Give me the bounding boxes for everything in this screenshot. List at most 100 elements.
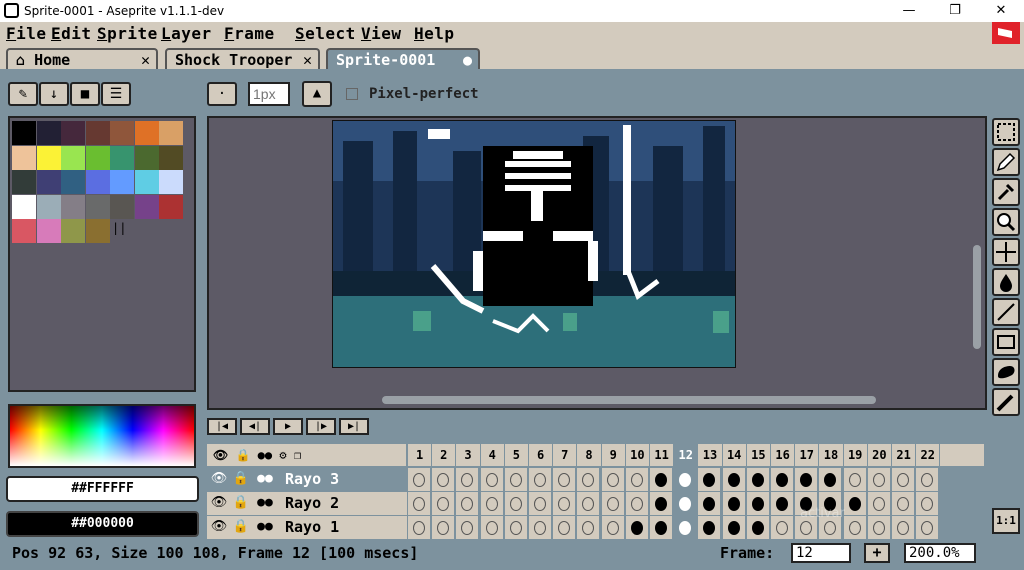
timeline-cel[interactable]: [819, 468, 843, 492]
palette-presets-icon[interactable]: ■: [70, 82, 100, 106]
timeline-cel[interactable]: [504, 516, 528, 540]
timeline-cel[interactable]: [480, 492, 504, 516]
frame-header[interactable]: 17: [795, 444, 820, 466]
brush-size-input[interactable]: [248, 82, 290, 106]
flag-icon[interactable]: [992, 22, 1020, 44]
fill-tool-icon[interactable]: [992, 268, 1020, 296]
layer-row[interactable]: 👁 🔒 ●● Rayo 2: [207, 492, 407, 516]
ink-icon[interactable]: ▲: [302, 81, 332, 107]
brush-type-button[interactable]: ·: [207, 82, 237, 106]
palette-swatch[interactable]: [110, 145, 134, 170]
timeline-cel[interactable]: [916, 516, 940, 540]
timeline-cel[interactable]: [553, 468, 577, 492]
timeline-cel[interactable]: [771, 468, 794, 492]
frame-header[interactable]: 18: [819, 444, 844, 466]
layer-row[interactable]: 👁 🔒 ●● Rayo 3: [207, 468, 407, 492]
continuous-icon[interactable]: ●●: [255, 495, 275, 510]
play-button[interactable]: ▶: [273, 418, 303, 435]
timeline-cel[interactable]: [698, 468, 722, 492]
frame-header[interactable]: 13: [698, 444, 723, 466]
continuous-icon[interactable]: ●●: [255, 471, 275, 486]
lock-icon[interactable]: 🔒: [235, 448, 250, 462]
timeline-cel[interactable]: [601, 468, 625, 492]
timeline-cel[interactable]: [480, 516, 504, 540]
menu-view[interactable]: View: [361, 24, 402, 43]
timeline-cel[interactable]: [577, 468, 601, 492]
frame-header[interactable]: 15: [746, 444, 771, 466]
timeline-cel[interactable]: [432, 468, 456, 492]
timeline-cel[interactable]: [867, 492, 891, 516]
palette-swatch[interactable]: [36, 145, 61, 170]
timeline-cel[interactable]: [674, 492, 698, 516]
frame-header[interactable]: 20: [867, 444, 892, 466]
close-button[interactable]: ✕: [978, 0, 1024, 22]
palette-swatch[interactable]: [85, 121, 110, 145]
timeline-cel[interactable]: [577, 516, 601, 540]
menu-sprite[interactable]: Sprite: [97, 24, 158, 43]
palette-swatch[interactable]: [61, 170, 85, 194]
previous-frame-button[interactable]: ◀|: [240, 418, 270, 435]
timeline-cel[interactable]: [408, 492, 431, 516]
timeline-cel[interactable]: [456, 468, 480, 492]
zoom-reset-button[interactable]: 1:1: [992, 508, 1020, 534]
timeline-cel[interactable]: [650, 468, 673, 492]
timeline-cel[interactable]: [432, 516, 456, 540]
sprite-canvas[interactable]: [332, 120, 736, 368]
background-color-button[interactable]: ##000000: [6, 511, 199, 537]
timeline-cel[interactable]: [722, 468, 746, 492]
gear-icon[interactable]: ⚙: [279, 448, 286, 462]
menu-frame[interactable]: Frame: [224, 24, 275, 43]
frame-header[interactable]: 7: [553, 444, 578, 466]
timeline-cel[interactable]: [553, 516, 577, 540]
palette-swatch[interactable]: [159, 170, 183, 194]
timeline-cel[interactable]: [843, 492, 867, 516]
timeline-cel[interactable]: [577, 492, 601, 516]
menu-file[interactable]: File: [6, 24, 47, 43]
frame-header[interactable]: 5: [504, 444, 529, 466]
frame-header[interactable]: 22: [916, 444, 941, 466]
timeline-cel[interactable]: [746, 516, 770, 540]
timeline-cel[interactable]: [650, 516, 673, 540]
next-frame-button[interactable]: |▶: [306, 418, 336, 435]
timeline-cel[interactable]: [408, 468, 431, 492]
timeline-cel[interactable]: [504, 468, 528, 492]
timeline-cel[interactable]: [843, 468, 867, 492]
palette-swatch[interactable]: [134, 170, 159, 194]
tab-shock-trooper-close-icon[interactable]: ✕: [303, 51, 312, 69]
palette-swatch[interactable]: [12, 194, 36, 219]
timeline-cel[interactable]: [771, 516, 794, 540]
blur-tool-icon[interactable]: [992, 388, 1020, 416]
palette-swatch[interactable]: [36, 170, 61, 194]
timeline-cel[interactable]: [916, 492, 940, 516]
lock-icon[interactable]: 🔒: [231, 471, 251, 486]
contour-tool-icon[interactable]: [992, 358, 1020, 386]
timeline-cel[interactable]: [746, 468, 770, 492]
maximize-button[interactable]: ❐: [932, 0, 978, 22]
timeline-cel[interactable]: [529, 516, 552, 540]
tab-sprite-0001-modified-icon[interactable]: ●: [463, 51, 472, 69]
palette-swatch[interactable]: [36, 219, 61, 243]
last-frame-button[interactable]: ▶|: [339, 418, 369, 435]
palette-edit-icon[interactable]: ✎: [8, 82, 38, 106]
palette-swatch[interactable]: [36, 121, 61, 145]
menu-help[interactable]: Help: [414, 24, 455, 43]
palette-swatch[interactable]: [134, 194, 159, 219]
palette-swatch[interactable]: [110, 170, 134, 194]
timeline-cel[interactable]: [722, 492, 746, 516]
visibility-icon[interactable]: 👁: [209, 519, 229, 534]
foreground-color-button[interactable]: ##FFFFFF: [6, 476, 199, 502]
palette-swatch[interactable]: [110, 194, 134, 219]
frame-header[interactable]: 12: [674, 444, 699, 466]
timeline-cel[interactable]: [456, 516, 480, 540]
timeline-cel[interactable]: [916, 468, 940, 492]
palette-swatch[interactable]: [85, 219, 110, 243]
lock-icon[interactable]: 🔒: [231, 519, 251, 534]
palette-swatch[interactable]: [85, 145, 110, 170]
timeline-cel[interactable]: [408, 516, 431, 540]
timeline-cel[interactable]: [625, 516, 649, 540]
frame-header[interactable]: 16: [771, 444, 796, 466]
timeline-cel[interactable]: [480, 468, 504, 492]
frame-header[interactable]: 19: [843, 444, 868, 466]
add-frame-button[interactable]: +: [864, 543, 890, 563]
timeline-cel[interactable]: [892, 492, 915, 516]
